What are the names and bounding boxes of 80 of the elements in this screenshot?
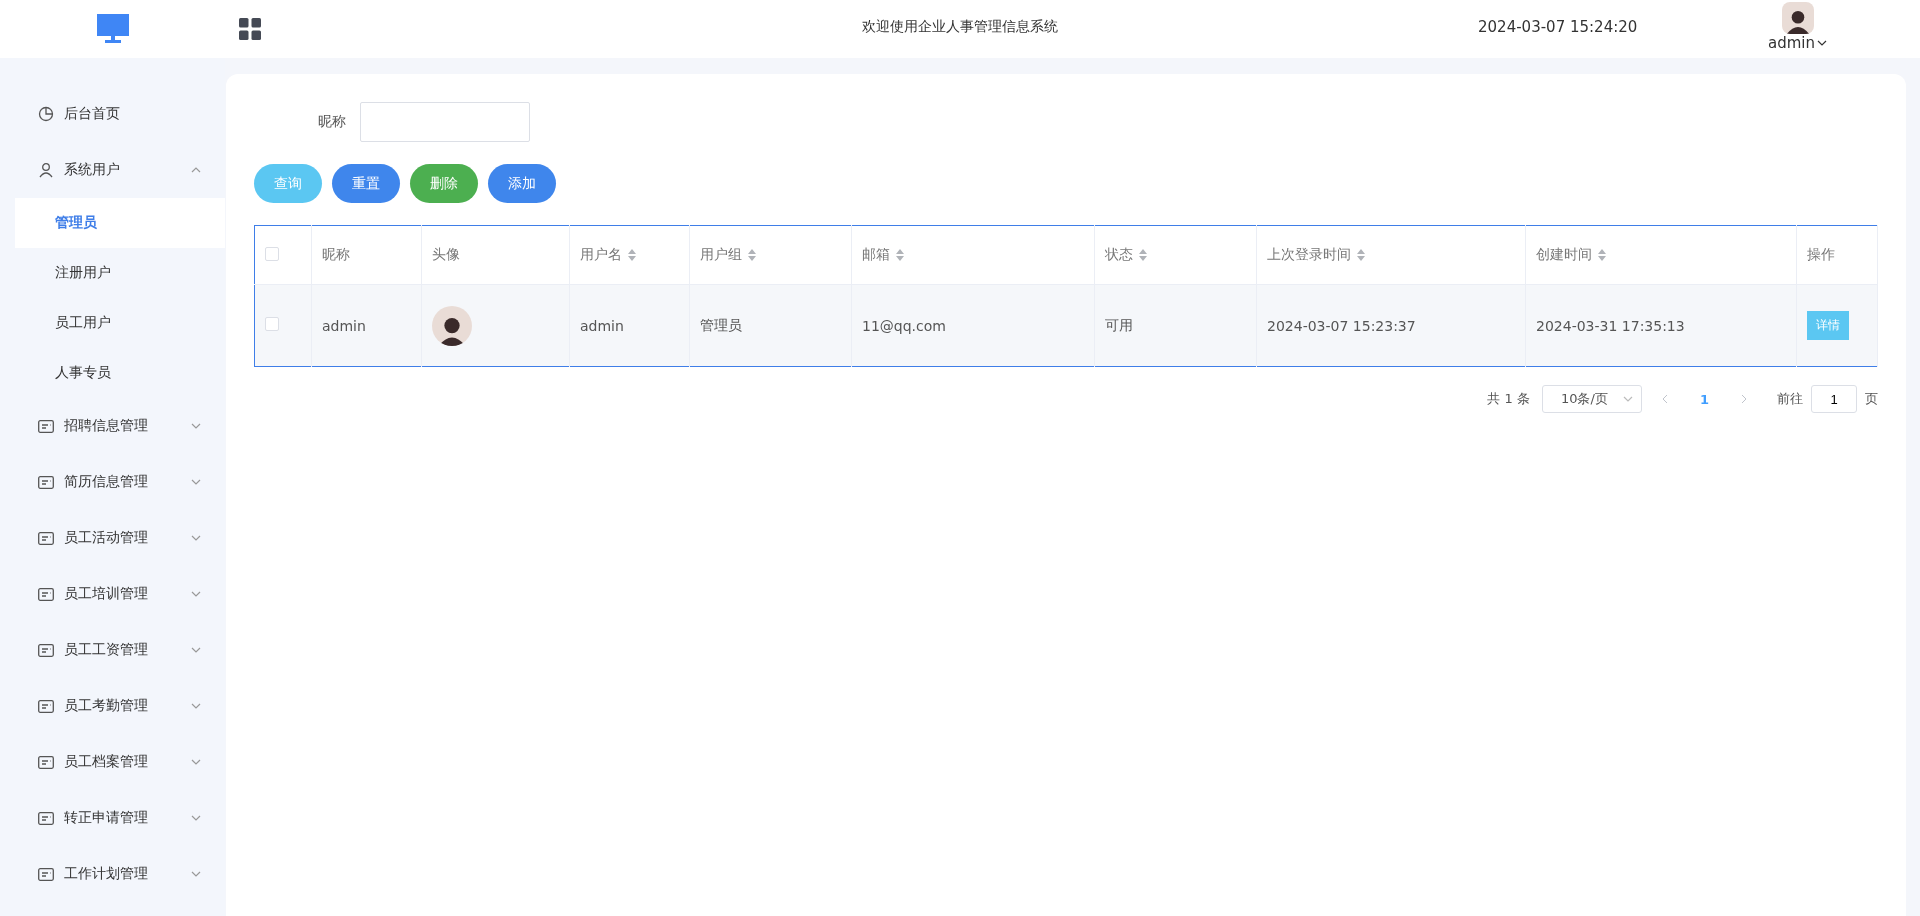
sidebar-item[interactable]: 员工工资管理 — [0, 622, 225, 678]
pie-chart-icon — [38, 106, 54, 122]
chevron-down-icon — [1622, 396, 1633, 402]
chevron-down-icon — [191, 535, 201, 541]
user-icon — [38, 162, 54, 178]
card-icon — [38, 867, 54, 881]
action-button[interactable]: 添加 — [488, 164, 556, 203]
sidebar-subitem[interactable]: 注册用户 — [15, 248, 225, 298]
table-cell: admin — [580, 317, 624, 334]
sort-icon[interactable] — [896, 249, 904, 261]
sidebar-item[interactable]: 转正申请管理 — [0, 790, 225, 846]
sidebar-subitem[interactable]: 管理员 — [15, 198, 225, 248]
sidebar-subitem[interactable]: 员工用户 — [15, 298, 225, 348]
card-icon — [38, 587, 54, 601]
column-header[interactable]: 用户组 — [700, 246, 756, 264]
table-cell: 管理员 — [700, 316, 742, 333]
table-cell: admin — [322, 317, 366, 334]
sidebar-item[interactable]: 招聘信息管理 — [0, 398, 225, 454]
sidebar-item[interactable]: 员工培训管理 — [0, 566, 225, 622]
chevron-down-icon — [191, 871, 201, 877]
card-icon — [38, 699, 54, 713]
column-header[interactable]: 创建时间 — [1536, 246, 1606, 264]
table-cell: 11@qq.com — [862, 317, 946, 334]
table-cell: 可用 — [1105, 316, 1133, 333]
sidebar-item[interactable]: 员工考勤管理 — [0, 678, 225, 734]
caret-icon — [1817, 40, 1827, 46]
sidebar-subitem[interactable]: 人事专员 — [15, 348, 225, 398]
column-header[interactable]: 状态 — [1105, 246, 1147, 264]
column-header[interactable]: 上次登录时间 — [1267, 246, 1365, 264]
column-header[interactable]: 邮箱 — [862, 246, 904, 264]
nickname-input[interactable] — [360, 102, 530, 142]
user-avatar[interactable] — [1781, 2, 1814, 34]
card-icon — [38, 811, 54, 825]
chevron-down-icon — [191, 479, 201, 485]
sidebar-item[interactable]: 简历信息管理 — [0, 454, 225, 510]
chevron-down-icon — [191, 703, 201, 709]
sidebar-item[interactable]: 系统用户 — [0, 142, 225, 198]
sort-icon[interactable] — [1357, 249, 1365, 261]
total-count: 共 1 条 — [1487, 390, 1530, 408]
column-header: 操作 — [1807, 246, 1835, 264]
next-page-icon[interactable] — [1741, 394, 1747, 404]
chevron-down-icon — [191, 423, 201, 429]
page-unit: 页 — [1865, 390, 1878, 408]
card-icon — [38, 531, 54, 545]
sidebar-item[interactable]: 后台首页 — [0, 86, 225, 142]
table-cell: 2024-03-07 15:23:37 — [1267, 317, 1416, 334]
checkbox[interactable] — [265, 246, 279, 261]
column-header: 昵称 — [322, 246, 350, 264]
sort-icon[interactable] — [1598, 249, 1606, 261]
chevron-down-icon — [191, 759, 201, 765]
search-label: 昵称 — [318, 113, 346, 131]
card-icon — [38, 643, 54, 657]
column-header: 头像 — [432, 246, 460, 264]
monitor-logo-icon — [96, 14, 129, 44]
chevron-down-icon — [191, 647, 201, 653]
sidebar-item[interactable]: 员工档案管理 — [0, 734, 225, 790]
goto-label: 前往 — [1777, 390, 1803, 408]
date-time: 2024-03-07 15:24:20 — [1478, 18, 1638, 36]
sort-icon[interactable] — [628, 249, 636, 261]
card-icon — [38, 475, 54, 489]
sort-icon[interactable] — [1139, 249, 1147, 261]
page-input[interactable]: 1 — [1811, 385, 1857, 413]
app-title: 欢迎使用企业人事管理信息系统 — [862, 18, 1058, 36]
sort-icon[interactable] — [748, 249, 756, 261]
grid-menu-icon[interactable] — [239, 18, 261, 40]
sidebar-item[interactable]: 员工活动管理 — [0, 510, 225, 566]
user-menu[interactable]: admin — [1768, 34, 1827, 52]
chevron-down-icon — [191, 815, 201, 821]
checkbox[interactable] — [265, 317, 279, 331]
card-icon — [38, 419, 54, 433]
card-icon — [38, 755, 54, 769]
chevron-up-icon — [191, 167, 201, 173]
column-header[interactable]: 用户名 — [580, 246, 636, 264]
table-cell: 2024-03-31 17:35:13 — [1536, 317, 1685, 334]
sidebar-item[interactable]: 工作计划管理 — [0, 846, 225, 902]
chevron-down-icon — [191, 591, 201, 597]
page-size-select[interactable]: 10条/页 — [1541, 385, 1642, 413]
avatar — [432, 305, 472, 346]
action-button[interactable]: 重置 — [332, 164, 400, 203]
prev-page-icon[interactable] — [1661, 394, 1668, 404]
